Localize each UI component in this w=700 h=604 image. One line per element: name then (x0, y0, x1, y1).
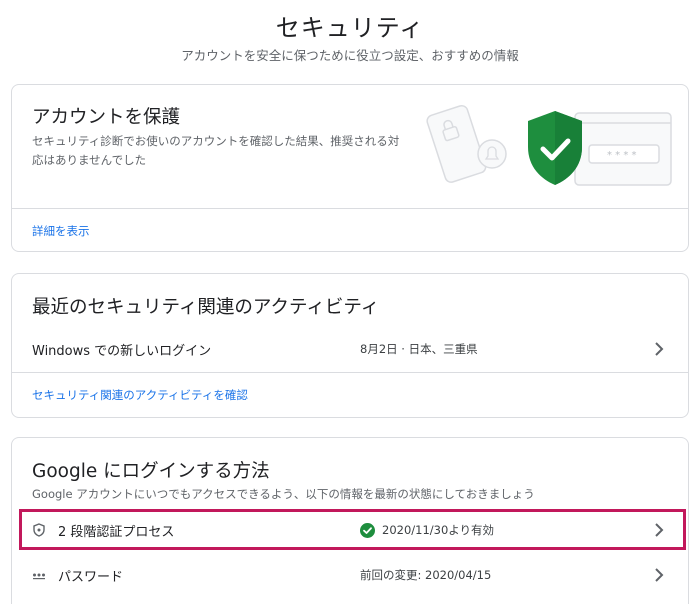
bell-icon (477, 139, 507, 169)
two-step-verification-status: 2020/11/30より有効 (382, 523, 495, 537)
activity-row-windows-login[interactable]: Windows での新しいログイン 8月2日 · 日本、三重県 (12, 330, 688, 368)
account-protection-description-line1: セキュリティ診断でお使いのアカウントを確認した結果、推奨される対 (32, 134, 400, 148)
show-details-link[interactable]: 詳細を表示 (32, 223, 90, 239)
signin-methods-card: Google にログインする方法 Google アカウントにいつでもアクセスでき… (11, 437, 689, 604)
signin-methods-description: Google アカウントにいつでもアクセスできるよう、以下の情報を最新の状態にし… (32, 487, 535, 501)
shield-check-icon (528, 111, 582, 185)
page-subtitle: アカウントを安全に保つために役立つ設定、おすすめの情報 (181, 48, 519, 63)
review-security-activity-link[interactable]: セキュリティ関連のアクティビティを確認 (32, 387, 248, 403)
account-protection-card: アカウントを保護 セキュリティ診断でお使いのアカウントを確認した結果、推奨される… (11, 84, 689, 252)
chevron-right-icon (655, 523, 664, 537)
security-activity-card: 最近のセキュリティ関連のアクティビティ Windows での新しいログイン 8月… (11, 273, 689, 418)
signin-methods-heading: Google にログインする方法 (32, 461, 270, 482)
two-step-verification-row[interactable]: 2 段階認証プロセス 2020/11/30より有効 (12, 511, 688, 549)
password-mask-text: * * * * (607, 150, 637, 161)
password-label: パスワード (58, 570, 124, 585)
divider (12, 208, 688, 209)
password-row[interactable]: パスワード 前回の変更: 2020/04/15 (12, 556, 688, 594)
password-dots-icon (33, 573, 45, 580)
divider (12, 372, 688, 373)
chevron-right-icon (655, 342, 664, 356)
activity-row-meta: 8月2日 · 日本、三重県 (360, 342, 478, 356)
password-window-icon: * * * * (574, 112, 672, 186)
check-circle-icon (360, 523, 375, 538)
shield-icon (33, 523, 45, 537)
two-step-verification-label: 2 段階認証プロセス (58, 525, 175, 540)
page-title: セキュリティ (275, 14, 425, 42)
phone-icon (426, 104, 487, 183)
account-protection-description-line2: 応はありませんでした (32, 153, 147, 167)
account-protection-heading: アカウントを保護 (32, 107, 181, 128)
security-activity-heading: 最近のセキュリティ関連のアクティビティ (32, 297, 380, 318)
activity-row-label: Windows での新しいログイン (32, 344, 212, 359)
chevron-right-icon (655, 568, 664, 582)
security-checkup-illustration: * * * * (426, 104, 672, 186)
password-last-changed: 前回の変更: 2020/04/15 (360, 568, 492, 582)
